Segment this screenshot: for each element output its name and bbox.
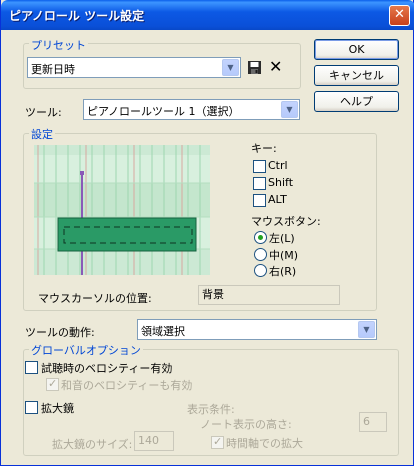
action-select-value: 領域選択 [141, 325, 185, 338]
shift-checkbox[interactable] [253, 177, 266, 190]
magnifier-size-value: 140 [138, 434, 159, 447]
mouse-middle-label[interactable]: 中(M) [269, 247, 298, 263]
checkmark-icon: ✓ [213, 435, 223, 448]
chord-velocity-checkbox[interactable]: ✓ [46, 377, 59, 391]
display-condition-label: 表示条件: [187, 403, 235, 416]
preset-group-label: プリセット [29, 37, 88, 53]
global-options-label: グローバルオプション [29, 342, 143, 358]
mouse-left-radio[interactable] [254, 231, 267, 244]
cursor-position-field: 背景 [198, 285, 340, 305]
cursor-position-label: マウスカーソルの位置: [38, 292, 152, 305]
tool-select[interactable]: ピアノロールツール 1（選択） ▼ [83, 99, 300, 120]
magnifier-size-label: 拡大鏡のサイズ: [52, 438, 133, 451]
checkmark-icon: ✓ [48, 377, 58, 390]
magnifier-size-field[interactable]: 140 [134, 431, 174, 451]
ctrl-label[interactable]: Ctrl [268, 159, 288, 172]
mouse-right-radio[interactable] [254, 264, 267, 277]
magnifier-label[interactable]: 拡大鏡 [41, 400, 74, 416]
note-height-value: 6 [363, 415, 370, 428]
tool-select-value: ピアノロールツール 1（選択） [87, 105, 240, 118]
magnifier-checkbox[interactable] [25, 401, 38, 414]
action-select[interactable]: 領域選択 ▼ [137, 319, 377, 340]
chevron-down-icon[interactable]: ▼ [222, 59, 239, 76]
radio-selected-dot [258, 235, 263, 240]
mouse-button-label: マウスボタン: [251, 215, 321, 228]
chevron-down-icon[interactable]: ▼ [281, 101, 298, 118]
mouse-middle-radio[interactable] [254, 248, 267, 261]
audition-velocity-checkbox[interactable] [25, 361, 38, 374]
shift-label[interactable]: Shift [268, 176, 293, 189]
settings-group-label: 設定 [29, 126, 55, 142]
ok-button[interactable]: OK [314, 39, 399, 60]
mouse-right-label[interactable]: 右(R) [269, 263, 296, 279]
piano-roll-grid [34, 145, 210, 275]
ctrl-checkbox[interactable] [253, 160, 266, 173]
piano-roll-preview [34, 145, 210, 275]
alt-label[interactable]: ALT [268, 193, 287, 206]
note-height-field[interactable]: 6 [359, 412, 387, 432]
keys-label: キー: [251, 142, 277, 155]
chord-velocity-label[interactable]: 和音のベロシティーも有効 [61, 377, 192, 393]
cursor-position-value: 背景 [202, 288, 224, 301]
time-axis-zoom-checkbox[interactable]: ✓ [211, 435, 224, 449]
save-icon[interactable] [247, 60, 262, 75]
cancel-button[interactable]: キャンセル [314, 65, 399, 86]
tool-label: ツール: [25, 106, 62, 119]
audition-velocity-label[interactable]: 試聴時のベロシティー有効 [41, 360, 172, 376]
note-height-label: ノート表示の高さ: [200, 418, 292, 431]
title-bar[interactable]: ピアノロール ツール設定 ✕ [1, 0, 414, 30]
preset-select-value: 更新日時 [31, 63, 75, 76]
close-button[interactable]: ✕ [389, 5, 410, 26]
action-label: ツールの動作: [25, 326, 95, 339]
alt-checkbox[interactable] [253, 194, 266, 207]
chevron-down-icon[interactable]: ▼ [358, 321, 375, 338]
help-button[interactable]: ヘルプ [314, 91, 399, 112]
mouse-left-label[interactable]: 左(L) [269, 230, 295, 246]
dialog-window: ピアノロール ツール設定 ✕ プリセット 更新日時 ▼ ✕ OK キャンセル ヘ… [0, 0, 414, 466]
preset-select[interactable]: 更新日時 ▼ [27, 57, 241, 78]
time-axis-zoom-label[interactable]: 時間軸での拡大 [226, 435, 303, 451]
window-title: ピアノロール ツール設定 [9, 9, 145, 23]
delete-preset-icon[interactable]: ✕ [269, 57, 282, 76]
